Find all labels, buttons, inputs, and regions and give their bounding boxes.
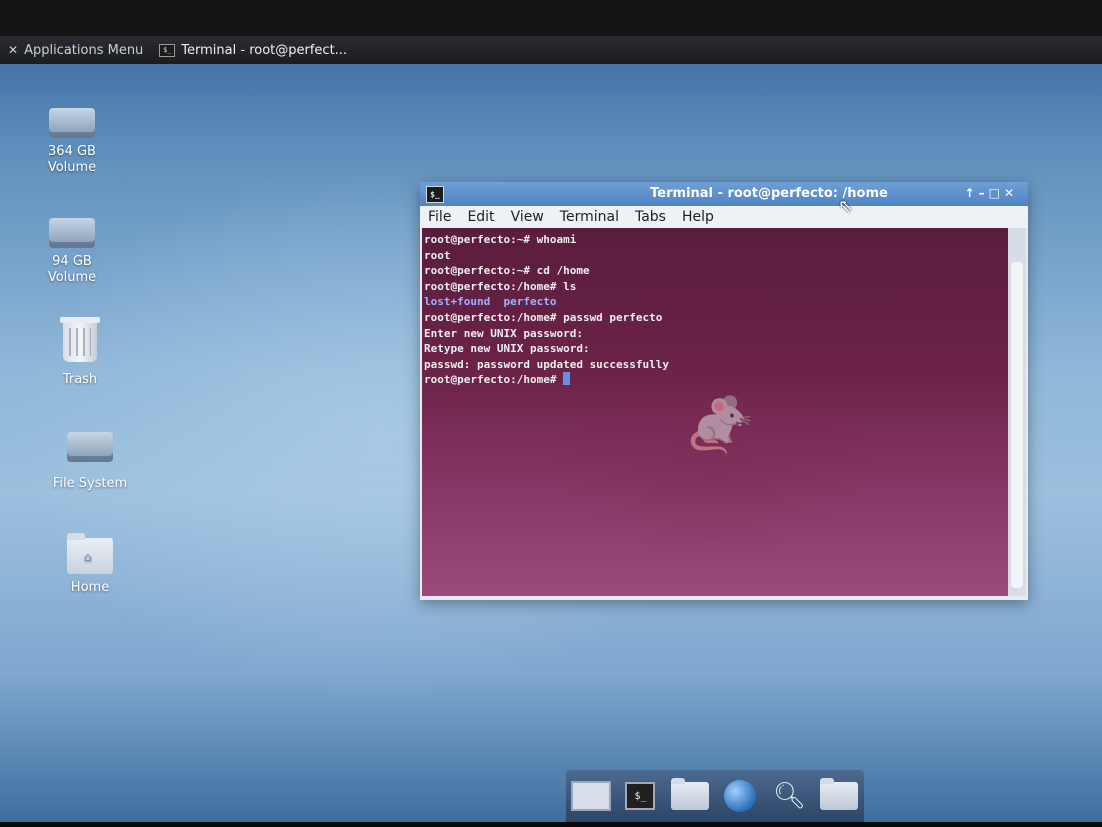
desktop-icon-file-system[interactable]: File System — [42, 432, 138, 492]
drive-icon — [49, 108, 95, 138]
desktop-icon-label: Volume — [47, 270, 97, 285]
terminal-icon: $_ — [625, 782, 656, 810]
trash-icon — [60, 317, 100, 362]
desktop-icon-label: 364 GB — [48, 144, 96, 159]
desktop-icon-label: Trash — [62, 372, 98, 387]
scrollbar-thumb[interactable] — [1011, 262, 1023, 588]
terminal-line: Enter new UNIX password: — [424, 326, 583, 340]
desktop-icon-364gb-volume[interactable]: 364 GB Volume — [24, 108, 120, 176]
window-controls: ↑–□✕ — [965, 186, 1018, 200]
monitor-bezel — [0, 822, 1102, 827]
terminal-output[interactable]: 🐁 root@perfecto:~# whoami root root@perf… — [422, 228, 1008, 596]
close-icon[interactable]: ✕ — [1004, 186, 1018, 200]
terminal-line: root@perfecto:/home# passwd perfecto — [424, 310, 663, 324]
terminal-line: Retype new UNIX password: — [424, 342, 590, 356]
desktop-icon-label: Home — [70, 580, 110, 595]
text-cursor — [563, 372, 571, 386]
menu-tabs[interactable]: Tabs — [627, 209, 674, 225]
terminal-prompt: root@perfecto:/home# — [424, 373, 564, 387]
desktop-icon-trash[interactable]: Trash — [32, 317, 128, 388]
window-title: Terminal - root@perfecto: /home — [650, 186, 888, 201]
terminal-icon: $_ — [159, 43, 176, 57]
xfce-mouse-watermark-icon: 🐁 — [680, 383, 760, 457]
hard-disk-icon — [67, 432, 113, 462]
menu-terminal[interactable]: Terminal — [552, 209, 627, 225]
home-folder-icon: ⌂ — [67, 533, 113, 574]
desktop-icon-94gb-volume[interactable]: 94 GB Volume — [24, 218, 120, 286]
terminal-line: lost+found perfecto — [424, 295, 557, 309]
house-icon: ⌂ — [84, 550, 92, 564]
desktop-icon-label: Volume — [47, 160, 97, 175]
terminal-line: passwd: password updated successfully — [424, 357, 670, 371]
taskbar-item-label: Terminal - root@perfect... — [181, 42, 348, 58]
applications-menu-label: Applications Menu — [24, 42, 144, 58]
taskbar-item-terminal[interactable]: $_ Terminal - root@perfect... — [151, 36, 355, 64]
window-title-bar[interactable]: $_ Terminal - root@perfecto: /home ↑–□✕ — [420, 182, 1028, 206]
panel-bar: ✕ Applications Menu $_ Terminal - root@p… — [0, 36, 1102, 64]
terminal-window[interactable]: $_ Terminal - root@perfecto: /home ↑–□✕ … — [420, 182, 1028, 600]
dock-search[interactable]: 🔍︎ — [769, 779, 809, 813]
terminal-line: root@perfecto:~# whoami — [424, 233, 577, 246]
menu-view[interactable]: View — [503, 209, 552, 225]
desktop-icon-home[interactable]: ⌂ Home — [42, 533, 138, 596]
mouse-pointer-icon: ⇖ — [838, 196, 854, 217]
terminal-scrollbar[interactable] — [1008, 228, 1026, 596]
maximize-icon[interactable]: □ — [989, 186, 1004, 200]
folder-icon — [820, 778, 859, 810]
xfce-logo-icon: ✕ — [8, 43, 19, 57]
show-desktop-icon — [570, 781, 611, 811]
dock-web-browser[interactable] — [720, 779, 760, 813]
dock: $_ 🔍︎ — [566, 770, 864, 822]
menu-edit[interactable]: Edit — [459, 209, 502, 225]
top-panel: ✕ Applications Menu $_ Terminal - root@p… — [0, 0, 1102, 64]
menu-file[interactable]: File — [420, 209, 459, 225]
dock-folder[interactable] — [819, 778, 859, 813]
terminal-line: root@perfecto:~# cd /home — [424, 264, 590, 278]
menu-help[interactable]: Help — [674, 209, 722, 225]
dock-show-desktop[interactable] — [570, 779, 611, 813]
web-browser-icon — [723, 780, 756, 812]
drive-icon — [49, 218, 95, 248]
home-folder-icon — [671, 778, 710, 810]
search-icon: 🔍︎ — [772, 781, 806, 811]
desktop: ✕ Applications Menu $_ Terminal - root@p… — [0, 0, 1102, 822]
desktop-icon-label: File System — [52, 476, 128, 491]
terminal-line: root — [424, 248, 451, 262]
dock-home-folder[interactable] — [670, 778, 710, 813]
applications-menu-button[interactable]: ✕ Applications Menu — [0, 36, 151, 64]
menu-bar: File Edit View Terminal Tabs Help — [420, 206, 1028, 228]
desktop-icon-label: 94 GB — [52, 254, 92, 269]
pin-icon[interactable]: ↑ — [965, 186, 979, 200]
terminal-line: root@perfecto:/home# ls — [424, 279, 577, 293]
dock-terminal[interactable]: $_ — [620, 779, 660, 813]
minimize-icon[interactable]: – — [979, 186, 989, 200]
